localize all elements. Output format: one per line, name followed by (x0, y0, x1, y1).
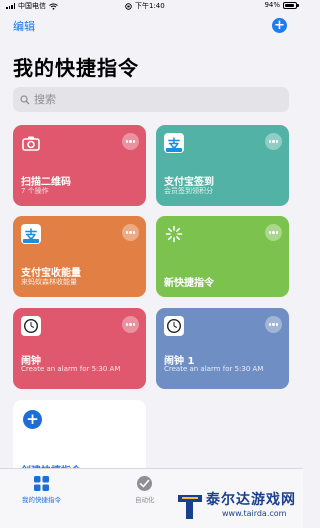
carrier-label: 中国电信 (18, 2, 46, 10)
edit-button[interactable]: 编辑 (13, 18, 35, 34)
shortcut-tile-alarm-1[interactable]: 闹钟 1 Create an alarm for 5:30 AM (156, 308, 289, 389)
page-title: 我的快捷指令 (13, 56, 139, 80)
site-watermark: 泰尔达游戏网 www.tairda.com (176, 487, 303, 528)
more-options-button[interactable] (122, 224, 139, 241)
shortcut-name: 扫描二维码 (21, 177, 71, 188)
more-options-button[interactable] (265, 224, 282, 241)
shortcut-name: 支付宝签到 (164, 177, 214, 188)
shortcut-tile-scan-qr[interactable]: 扫描二维码 7 个操作 (13, 125, 146, 206)
alarm-clock-icon (21, 316, 41, 336)
camera-icon (22, 136, 40, 151)
tab-my-shortcuts[interactable]: 我的快捷指令 (22, 475, 61, 504)
alipay-icon: 支 (164, 133, 184, 153)
status-right: 94% (264, 1, 299, 9)
shortcut-subtitle: Create an alarm for 5:30 AM (164, 365, 264, 373)
shortcut-subtitle: 会员签到领积分 (164, 187, 213, 195)
signal-icon (6, 3, 15, 9)
shortcut-name: 新快捷指令 (164, 278, 214, 289)
more-options-button[interactable] (122, 133, 139, 150)
more-options-button[interactable] (122, 316, 139, 333)
status-center: 下午1:40 (125, 1, 165, 11)
status-bar: 中国电信 下午1:40 94% (0, 0, 303, 11)
watermark-text: 泰尔达游戏网 (206, 492, 296, 508)
time-label: 下午1:40 (135, 2, 165, 10)
add-shortcut-button[interactable]: + (272, 18, 287, 33)
shortcut-tile-alipay-energy[interactable]: 支 支付宝收能量 来蚂蚁森林收能量 (13, 216, 146, 297)
tab-label: 我的快捷指令 (22, 496, 61, 504)
search-input[interactable] (34, 93, 274, 106)
shortcut-tile-new-shortcut[interactable]: 新快捷指令 (156, 216, 289, 297)
shortcut-name: 支付宝收能量 (21, 268, 81, 279)
tab-label: 自动化 (135, 496, 155, 504)
tab-automation[interactable]: 自动化 (135, 475, 155, 504)
shortcut-tile-alarm[interactable]: 闹钟 Create an alarm for 5:30 AM (13, 308, 146, 389)
watermark-url: www.tairda.com (222, 509, 287, 518)
status-left: 中国电信 (6, 1, 58, 11)
battery-percent: 94% (264, 1, 280, 9)
more-options-button[interactable] (265, 316, 282, 333)
loading-spinner-icon (165, 225, 183, 243)
battery-icon (283, 1, 299, 9)
shortcut-subtitle: Create an alarm for 5:30 AM (21, 365, 121, 373)
orientation-lock-icon (125, 2, 132, 10)
search-bar[interactable] (13, 87, 289, 112)
automation-icon (137, 476, 153, 491)
shortcut-subtitle: 来蚂蚁森林收能量 (21, 278, 77, 286)
watermark-logo-icon (178, 495, 202, 519)
shortcut-tile-alipay-checkin[interactable]: 支 支付宝签到 会员签到领积分 (156, 125, 289, 206)
alipay-icon: 支 (21, 224, 41, 244)
search-icon (20, 94, 30, 104)
more-options-button[interactable] (265, 133, 282, 150)
shortcut-subtitle: 7 个操作 (21, 187, 49, 195)
wifi-icon (49, 2, 58, 10)
grid-icon (34, 476, 49, 491)
plus-icon: + (23, 410, 42, 429)
alarm-clock-icon (164, 316, 184, 336)
